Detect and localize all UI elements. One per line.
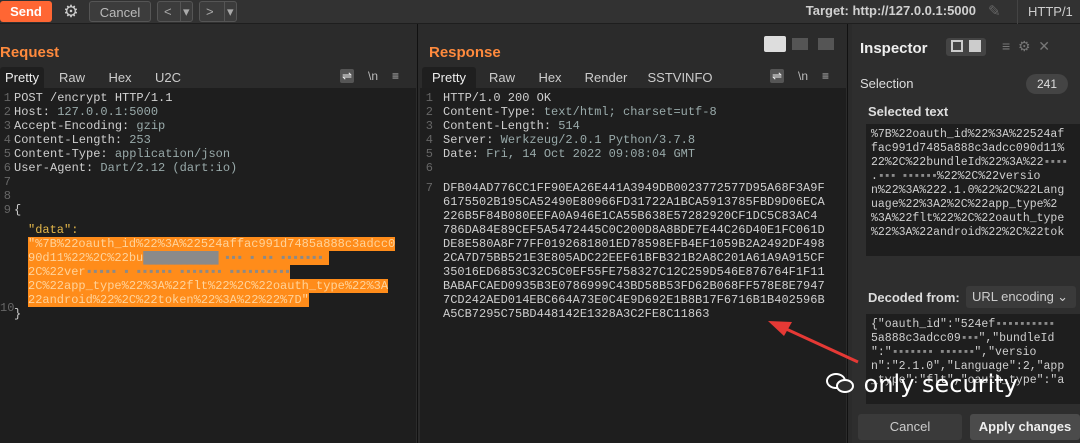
menu-icon[interactable]: ≡ [822, 69, 829, 83]
selection-label: Selection [860, 76, 914, 91]
selection-count-badge: 241 [1026, 74, 1068, 94]
json-close-brace: } [14, 307, 22, 321]
target-url[interactable]: Target: http://127.0.0.1:5000 [806, 3, 976, 18]
response-title: Response [429, 44, 501, 61]
inspector-title: Inspector [860, 40, 928, 57]
menu-icon[interactable]: ≡ [392, 69, 399, 83]
request-code: POST /encrypt HTTP/1.1 Host: 127.0.0.1:50… [14, 91, 396, 321]
decoded-from-label: Decoded from: [868, 290, 960, 305]
tab-sstvinfo[interactable]: SSTVINFO [642, 67, 718, 88]
json-open-brace: { [14, 203, 22, 217]
request-editor[interactable]: 1 2 3 4 5 6 7 8 9 10 POST /encrypt HTTP/1.1 Host: … [0, 88, 416, 443]
layout-horizontal-icon[interactable] [792, 38, 808, 50]
chevron-down-icon[interactable]: ▾ [224, 2, 234, 21]
chevron-right-icon: > [206, 4, 214, 19]
newline-toggle[interactable]: \n [368, 69, 378, 83]
selected-text-label: Selected text [868, 104, 949, 119]
chevron-left-icon: < [164, 4, 172, 19]
layout-list-icon[interactable] [951, 40, 963, 52]
response-header: Content-Type: text/html; charset=utf-8 [443, 105, 717, 119]
settings-icon[interactable]: ⚙ [1018, 38, 1031, 54]
response-header: Server: Werkzeug/2.0.1 Python/3.7.8 [443, 133, 696, 147]
http-version[interactable]: HTTP/1 [1017, 0, 1073, 24]
chevron-down-icon: ⌄ [1057, 289, 1068, 304]
response-editor[interactable]: 1234567 HTTP/1.0 200 OK Content-Type: tex… [420, 88, 846, 443]
wrap-lines-icon[interactable]: ⇌ [340, 69, 355, 83]
close-icon[interactable]: ✕ [1038, 38, 1050, 54]
apply-changes-button[interactable]: Apply changes [970, 414, 1080, 440]
layout-toggle[interactable] [764, 36, 838, 52]
line-numbers: 1234567 [425, 91, 433, 195]
forward-button[interactable]: > ▾ [199, 1, 237, 22]
panel-divider[interactable] [417, 24, 418, 443]
response-header: Content-Length: 514 [443, 119, 580, 133]
tab-u2c[interactable]: U2C [148, 67, 188, 88]
layout-columns-icon[interactable] [969, 40, 981, 52]
tab-pretty[interactable]: Pretty [0, 67, 44, 88]
watermark: only security [826, 370, 1018, 398]
status-line: HTTP/1.0 200 OK [443, 91, 552, 105]
tab-hex[interactable]: Hex [530, 67, 570, 88]
back-button[interactable]: < ▾ [157, 1, 193, 22]
response-body: DFB04AD776CC1FF90EA26E441A3949DB00237725… [443, 181, 825, 321]
newline-toggle[interactable]: \n [798, 69, 808, 83]
request-header: Content-Type: application/json [14, 147, 231, 161]
tab-pretty[interactable]: Pretty [422, 67, 476, 88]
cancel-button[interactable]: Cancel [89, 1, 151, 22]
layout-single-icon[interactable] [818, 38, 834, 50]
wechat-icon [826, 371, 856, 395]
response-code: HTTP/1.0 200 OK Content-Type: text/html; … [443, 91, 825, 321]
json-value-data: "%7B%22oauth_id%22%3A%22524affac991d7485… [28, 237, 396, 307]
gear-icon[interactable]: ⚙ [60, 1, 82, 22]
tab-raw[interactable]: Raw [482, 67, 522, 88]
encoding-select[interactable]: URL encoding ⌄ [966, 286, 1076, 308]
top-toolbar: Send ⚙ Cancel < ▾ > ▾ Target: http://127… [0, 0, 1080, 24]
json-key-data: "data": [28, 223, 79, 237]
response-header: Date: Fri, 14 Oct 2022 09:08:04 GMT [443, 147, 696, 161]
selected-text-box[interactable]: %7B%22oauth_id%22%3A%22524af fac991d7485a… [866, 124, 1080, 256]
request-header: Accept-Encoding: gzip [14, 119, 166, 133]
request-header: User-Agent: Dart/2.12 (dart:io) [14, 161, 238, 175]
wrap-lines-icon[interactable]: ⇌ [770, 69, 785, 83]
pencil-icon[interactable]: ✎ [988, 2, 1001, 20]
tab-hex[interactable]: Hex [100, 67, 140, 88]
line-numbers: 1 2 3 4 5 6 7 8 9 10 [0, 91, 15, 315]
inspector-tool-icons: ≡ ⚙ ✕ [1002, 38, 1050, 55]
request-line: POST /encrypt HTTP/1.1 [14, 91, 173, 105]
inspector-layout-toggle[interactable] [946, 38, 986, 56]
tab-render[interactable]: Render [578, 67, 634, 88]
chevron-down-icon[interactable]: ▾ [180, 2, 190, 21]
request-title: Request [0, 44, 60, 61]
request-header: Content-Length: 253 [14, 133, 151, 147]
tab-raw[interactable]: Raw [52, 67, 92, 88]
align-icon[interactable]: ≡ [1002, 38, 1010, 54]
request-header: Host: 127.0.0.1:5000 [14, 105, 159, 119]
inspector-cancel-button[interactable]: Cancel [858, 414, 962, 440]
send-button[interactable]: Send [0, 1, 52, 22]
layout-split-icon[interactable] [764, 36, 786, 52]
